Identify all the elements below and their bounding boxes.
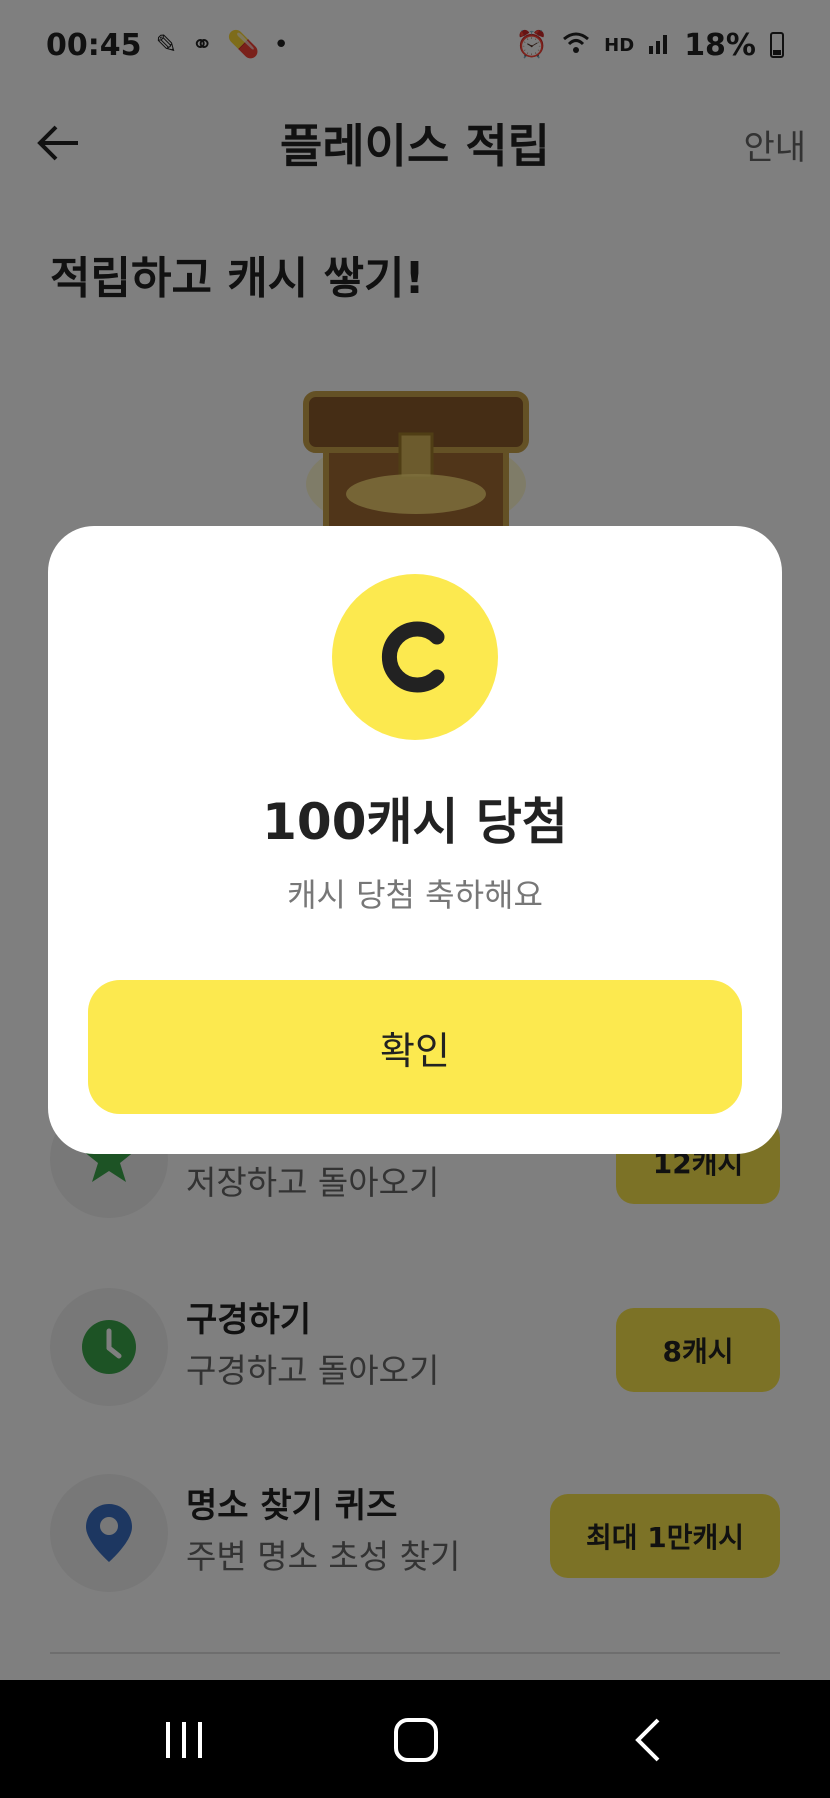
- chevron-left-icon: [635, 1718, 660, 1762]
- modal-title: 100캐시 당첨: [262, 793, 568, 851]
- coin-letter-icon: [381, 621, 445, 693]
- reward-modal: 100캐시 당첨 캐시 당첨 축하해요 확인: [48, 526, 782, 1154]
- home-button[interactable]: [386, 1710, 446, 1770]
- home-icon: [394, 1718, 438, 1762]
- confirm-button[interactable]: 확인: [88, 980, 742, 1114]
- system-nav-bar: [0, 1680, 830, 1798]
- recents-icon: [166, 1722, 202, 1758]
- modal-subtitle: 캐시 당첨 축하해요: [287, 876, 543, 914]
- recent-apps-button[interactable]: [154, 1710, 214, 1770]
- back-nav-button[interactable]: [620, 1710, 680, 1770]
- cash-coin-icon: [332, 574, 498, 740]
